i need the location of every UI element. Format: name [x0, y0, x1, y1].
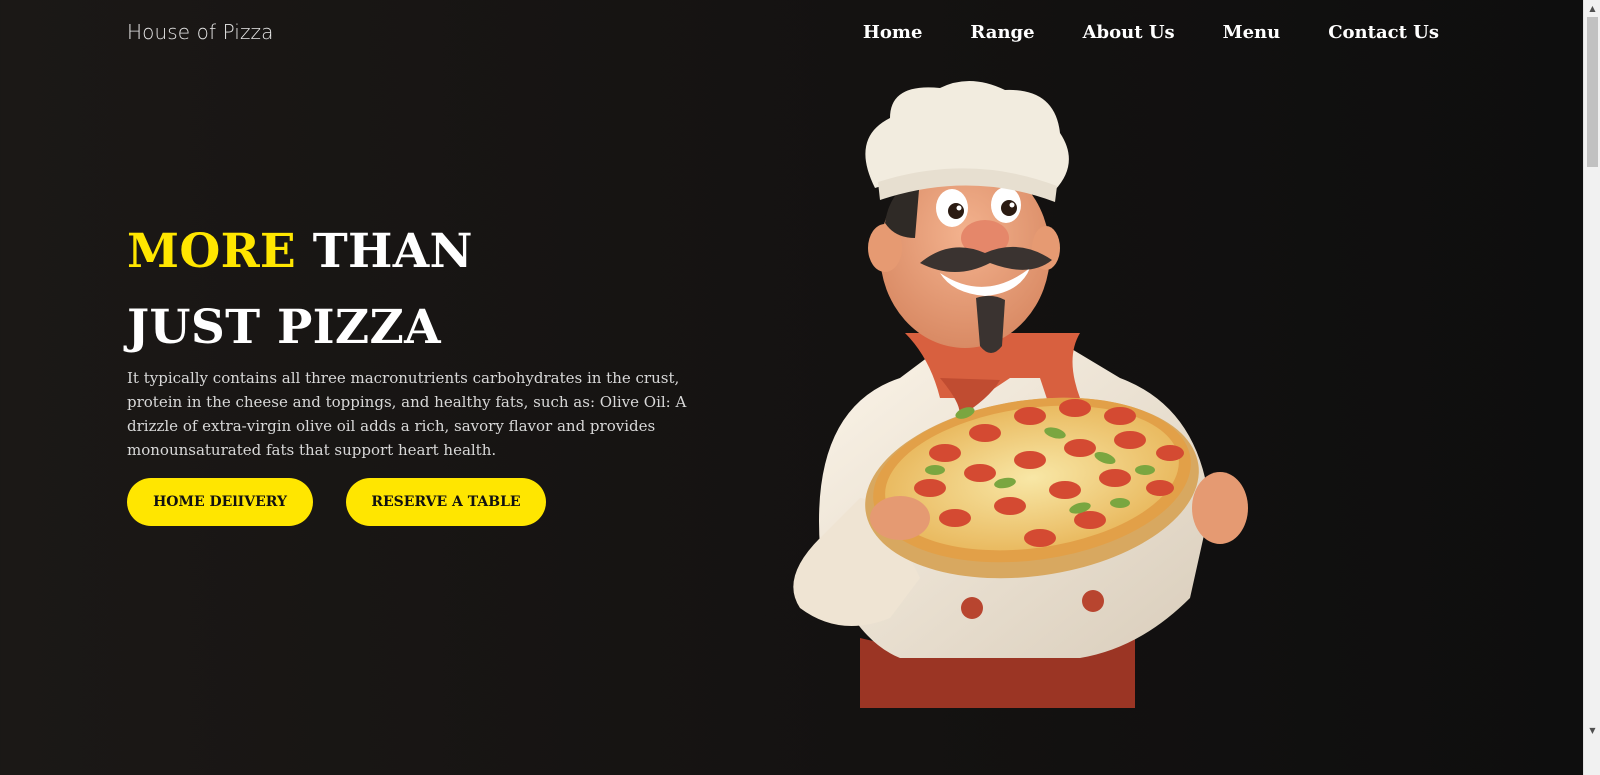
hero-description: It typically contains all three macronut…	[127, 369, 687, 459]
nav-about-us[interactable]: About Us	[1083, 22, 1175, 43]
chef-holding-pizza-illustration	[793, 80, 1248, 708]
reserve-table-button[interactable]: RESERVE A TABLE	[346, 478, 546, 526]
hero-title-line2: JUST PIZZA	[127, 300, 441, 355]
nav-home[interactable]: Home	[863, 22, 923, 43]
nav-range[interactable]: Range	[970, 22, 1034, 43]
page: House of Pizza Home Range About Us Menu …	[0, 0, 1583, 775]
hero-title-rest: THAN	[312, 224, 473, 279]
hero-title-accent: MORE	[127, 224, 297, 279]
hero-title: MORE THAN JUST PIZZA	[127, 214, 473, 366]
nav-menu[interactable]: Menu	[1223, 22, 1281, 43]
scrollbar-thumb[interactable]	[1587, 17, 1598, 167]
brand-logo-text[interactable]: House of Pizza	[127, 20, 274, 44]
nav-contact-us[interactable]: Contact Us	[1328, 22, 1439, 43]
triangle-down-icon[interactable]: ▼	[1584, 722, 1600, 739]
home-delivery-button[interactable]: HOME DElIVERY	[127, 478, 313, 526]
vertical-scrollbar[interactable]: ▲ ▼	[1583, 0, 1600, 775]
main-nav: Home Range About Us Menu Contact Us	[863, 22, 1439, 43]
triangle-up-icon[interactable]: ▲	[1584, 0, 1600, 17]
